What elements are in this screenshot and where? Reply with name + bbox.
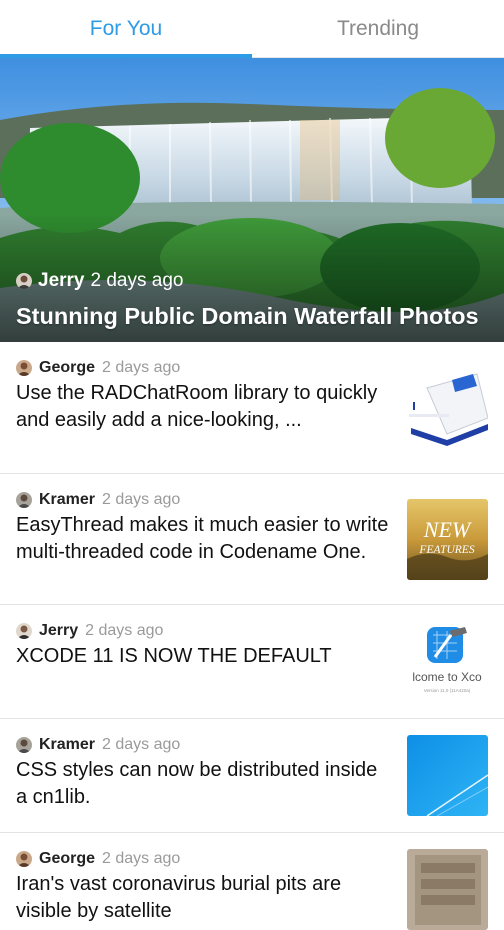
featured-meta: Jerry 2 days ago — [16, 270, 183, 292]
item-title: XCODE 11 IS NOW THE DEFAULT — [16, 645, 332, 667]
svg-text:lcome to Xco: lcome to Xco — [412, 670, 482, 684]
item-meta: George 2 days ago — [16, 850, 180, 868]
svg-text:FEATURES: FEATURES — [418, 544, 474, 556]
satellite-burial-pits-thumbnail — [407, 849, 488, 930]
item-time: 2 days ago — [102, 359, 181, 376]
item-author: Kramer — [39, 736, 96, 753]
item-meta: Kramer 2 days ago — [16, 491, 180, 509]
item-time: 2 days ago — [102, 850, 181, 867]
featured-article[interactable]: Jerry 2 days ago Stunning Public Domain … — [0, 58, 504, 342]
list-item[interactable]: Kramer 2 days ago EasyThread makes it mu… — [0, 474, 504, 605]
item-title: Use the RADChatRoom library to quickly a… — [16, 382, 378, 431]
avatar — [16, 360, 32, 376]
item-author: Kramer — [39, 491, 96, 508]
item-author: Jerry — [39, 622, 79, 639]
svg-text:Version 11.0 (11A420a): Version 11.0 (11A420a) — [424, 688, 471, 693]
avatar — [16, 623, 32, 639]
featured-author: Jerry — [38, 270, 85, 291]
item-meta: Jerry 2 days ago — [16, 622, 163, 640]
new-features-thumbnail: NEW FEATURES — [407, 499, 488, 580]
list-item[interactable]: Kramer 2 days ago CSS styles can now be … — [0, 719, 504, 833]
item-title: CSS styles can now be distributed inside… — [16, 759, 378, 808]
featured-title: Stunning Public Domain Waterfall Photos — [16, 303, 479, 329]
tab-trending[interactable]: Trending — [252, 0, 504, 58]
documents-stack-thumbnail — [407, 368, 488, 449]
item-meta: Kramer 2 days ago — [16, 736, 180, 754]
item-author: George — [39, 850, 96, 867]
list-item[interactable]: George 2 days ago Iran's vast coronaviru… — [0, 833, 504, 930]
avatar — [16, 492, 32, 508]
featured-time: 2 days ago — [90, 270, 184, 291]
item-title: Iran's vast coronavirus burial pits are … — [16, 873, 342, 922]
avatar — [16, 273, 32, 289]
article-list: George 2 days ago Use the RADChatRoom li… — [0, 342, 504, 930]
tab-for-you[interactable]: For You — [0, 0, 252, 58]
list-item[interactable]: George 2 days ago Use the RADChatRoom li… — [0, 342, 504, 474]
item-title: EasyThread makes it much easier to write… — [16, 514, 389, 563]
item-time: 2 days ago — [85, 622, 164, 639]
waterfall-photo — [0, 58, 504, 342]
tab-for-you-label: For You — [89, 17, 163, 40]
avatar — [16, 851, 32, 867]
avatar — [16, 737, 32, 753]
list-item[interactable]: Jerry 2 days ago XCODE 11 IS NOW THE DEF… — [0, 605, 504, 719]
tab-bar: For You Trending — [0, 0, 504, 58]
svg-text:NEW: NEW — [423, 517, 472, 542]
item-time: 2 days ago — [102, 491, 181, 508]
xcode-welcome-thumbnail: lcome to Xco Version 11.0 (11A420a) — [407, 621, 488, 702]
blue-gradient-thumbnail — [407, 735, 488, 816]
item-author: George — [39, 359, 96, 376]
item-time: 2 days ago — [102, 736, 181, 753]
tab-trending-label: Trending — [336, 17, 420, 40]
item-meta: George 2 days ago — [16, 359, 180, 377]
